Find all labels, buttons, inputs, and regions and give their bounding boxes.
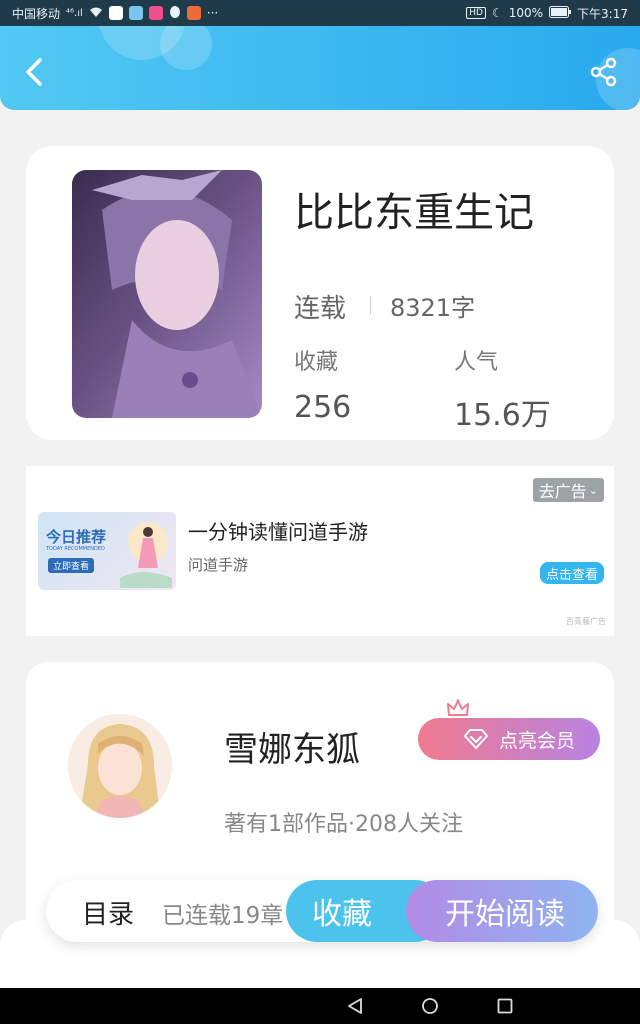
back-nav-icon[interactable] bbox=[346, 997, 364, 1015]
battery-icon bbox=[549, 5, 572, 21]
activate-vip-button[interactable]: 点亮会员 bbox=[418, 718, 600, 760]
ad-image[interactable]: 今日推荐 TODAY RECOMMENDED 立即查看 bbox=[38, 512, 176, 590]
chevron-down-icon: ⌄ bbox=[588, 483, 598, 497]
app-header bbox=[0, 26, 640, 110]
app-notification-icon bbox=[128, 6, 143, 20]
share-button[interactable] bbox=[588, 56, 620, 88]
diamond-icon bbox=[463, 729, 488, 749]
back-button[interactable] bbox=[18, 54, 54, 90]
home-nav-icon[interactable] bbox=[421, 997, 439, 1015]
vip-label: 点亮会员 bbox=[498, 729, 575, 752]
book-cover[interactable] bbox=[72, 170, 262, 418]
system-nav-bar bbox=[0, 988, 640, 1024]
ad-image-title: 今日推荐 bbox=[46, 528, 107, 546]
serial-status: 连载 bbox=[294, 294, 347, 324]
ad-banner[interactable]: 去广告 ⌄ 今日推荐 TODAY RECOMMENDED 立即查看 一分钟读懂问… bbox=[26, 466, 614, 636]
favorites-button-label: 收藏 bbox=[312, 897, 372, 932]
signal-icon: ⁴⁶.ıl bbox=[66, 7, 83, 19]
favorites-count: 256 bbox=[294, 390, 352, 425]
decorative-bubble bbox=[160, 26, 212, 70]
author-stats: 著有1部作品·208人关注 bbox=[224, 812, 463, 837]
wifi-icon bbox=[89, 6, 103, 21]
popularity-count: 15.6万 bbox=[454, 398, 551, 433]
book-title: 比比东重生记 bbox=[294, 190, 534, 236]
share-icon bbox=[590, 57, 617, 87]
ad-source-label: 百青藤广告 bbox=[566, 617, 606, 626]
app-notification-icon bbox=[108, 6, 123, 20]
start-reading-button[interactable]: 开始阅读 bbox=[406, 880, 598, 942]
more-notifications: ··· bbox=[206, 6, 219, 20]
qq-icon bbox=[169, 5, 181, 22]
chevron-left-icon bbox=[26, 58, 42, 86]
ad-image-subtitle: TODAY RECOMMENDED bbox=[46, 546, 105, 552]
word-count: 8321字 bbox=[390, 294, 476, 322]
table-of-contents-button[interactable]: 目录 bbox=[82, 894, 134, 931]
avatar[interactable] bbox=[68, 714, 172, 818]
hd-icon: HD bbox=[466, 7, 486, 19]
battery-percent: 100% bbox=[508, 6, 544, 20]
ad-image-button: 立即查看 bbox=[48, 558, 95, 573]
carrier-label: 中国移动 bbox=[12, 6, 61, 21]
chapter-count[interactable]: 已连载19章 bbox=[162, 896, 283, 930]
remove-ad-button[interactable]: 去广告 ⌄ bbox=[532, 478, 604, 502]
recents-nav-icon[interactable] bbox=[496, 997, 514, 1015]
author-name: 雪娜东狐 bbox=[224, 730, 360, 770]
video-app-icon bbox=[148, 6, 163, 20]
status-bar: 中国移动 ⁴⁶.ıl ··· HD ☾ 100% 下午3:17 bbox=[0, 0, 640, 26]
ad-cta-button[interactable]: 点击查看 bbox=[539, 562, 604, 584]
app-notification-icon bbox=[186, 6, 201, 20]
remove-ad-label: 去广告 bbox=[538, 482, 587, 501]
ad-illustration bbox=[120, 522, 172, 588]
clock: 下午3:17 bbox=[577, 6, 628, 21]
start-reading-label: 开始阅读 bbox=[445, 897, 565, 932]
popularity-label: 人气 bbox=[454, 350, 499, 375]
divider bbox=[370, 296, 371, 314]
book-info-card: 比比东重生记 连载 8321字 收藏 人气 256 15.6万 bbox=[26, 146, 614, 440]
ad-title[interactable]: 一分钟读懂问道手游 bbox=[188, 516, 368, 545]
ad-subtitle: 问道手游 bbox=[188, 556, 249, 574]
action-bar: 目录 已连载19章 收藏 开始阅读 bbox=[46, 880, 598, 942]
favorites-label: 收藏 bbox=[294, 350, 339, 375]
moon-icon: ☾ bbox=[491, 6, 503, 20]
crown-icon bbox=[447, 699, 469, 716]
